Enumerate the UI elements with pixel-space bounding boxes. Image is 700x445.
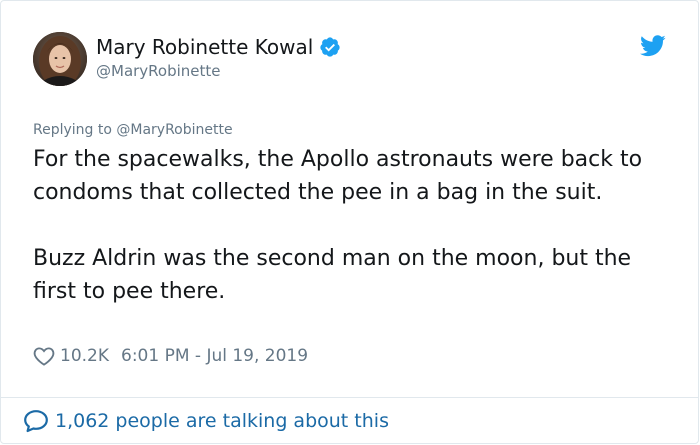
heart-outline-icon[interactable] [33, 346, 55, 366]
twitter-bird-icon[interactable] [640, 35, 666, 57]
tweet-paragraph-2: Buzz Aldrin was the second man on the mo… [33, 246, 632, 304]
avatar[interactable] [33, 32, 87, 86]
tweet-meta: 10.2K 6:01 PM - Jul 19, 2019 [33, 344, 308, 368]
speech-bubble-icon [24, 410, 48, 433]
author-handle[interactable]: @MaryRobinette [96, 61, 341, 81]
avatar-image [33, 32, 87, 86]
tweet-embed-card[interactable]: Mary Robinette Kowal @MaryRobinette Repl… [0, 0, 699, 444]
tweet-header: Mary Robinette Kowal @MaryRobinette [33, 32, 678, 92]
tweet-timestamp[interactable]: 6:01 PM - Jul 19, 2019 [121, 344, 308, 368]
author-names: Mary Robinette Kowal @MaryRobinette [96, 34, 341, 81]
author-display-name[interactable]: Mary Robinette Kowal [96, 34, 313, 60]
conversation-label[interactable]: 1,062 people are talking about this [55, 408, 389, 434]
footer-divider [1, 397, 698, 398]
display-name-row: Mary Robinette Kowal [96, 34, 341, 60]
tweet-paragraph-1: For the spacewalks, the Apollo astronaut… [33, 147, 643, 205]
tweet-body: For the spacewalks, the Apollo astronaut… [33, 143, 673, 308]
reply-context[interactable]: Replying to @MaryRobinette [33, 121, 233, 139]
conversation-link[interactable]: 1,062 people are talking about this [23, 408, 389, 434]
like-count[interactable]: 10.2K [60, 344, 109, 368]
verified-badge-icon [320, 37, 340, 57]
